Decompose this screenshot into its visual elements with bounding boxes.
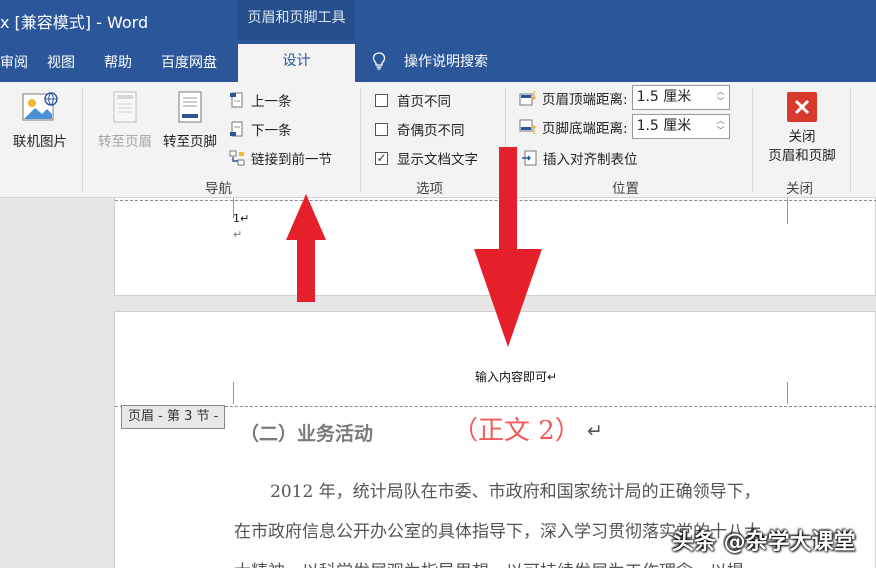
show-document-text-checkbox[interactable]: ✓ 显示文档文字 bbox=[375, 148, 478, 168]
paragraph-mark: ↵ bbox=[587, 420, 603, 442]
close-icon bbox=[787, 92, 817, 122]
document-canvas: 1↵ ↵ 输入内容即可↵ 页眉 - 第 3 节 - （二）业务活动 （正文 2）… bbox=[0, 198, 876, 568]
header-from-top-label: 页眉顶端距离: bbox=[542, 91, 628, 108]
close-label-line1: 关闭 bbox=[788, 129, 816, 145]
divider bbox=[82, 88, 83, 192]
previous-button[interactable]: 上一条 bbox=[229, 90, 292, 110]
next-button[interactable]: 下一条 bbox=[229, 119, 292, 139]
group-label-position: 位置 bbox=[612, 181, 639, 197]
group-label-navigation: 导航 bbox=[205, 181, 232, 197]
window-title: x [兼容模式] - Word bbox=[0, 13, 149, 32]
divider bbox=[850, 88, 851, 192]
group-label-options: 选项 bbox=[416, 181, 443, 197]
previous-label: 上一条 bbox=[251, 94, 292, 110]
goto-footer-label: 转至页脚 bbox=[163, 134, 217, 150]
paragraph-mark: ↵ bbox=[233, 228, 243, 241]
online-pictures-label: 联机图片 bbox=[13, 134, 67, 150]
red-down-arrow bbox=[474, 147, 542, 347]
page-number-field[interactable]: 1↵ bbox=[233, 212, 249, 225]
red-up-arrow bbox=[286, 194, 326, 302]
margin-corner bbox=[233, 382, 234, 404]
tell-me-search[interactable]: 操作说明搜索 bbox=[372, 51, 488, 71]
different-first-page-label: 首页不同 bbox=[397, 94, 451, 110]
watermark-text: 头条 @杂学大课堂 bbox=[672, 530, 856, 555]
goto-footer-button[interactable]: 转至页脚 bbox=[159, 90, 221, 150]
footer-from-bottom-input[interactable]: 1.5 厘米 ︿ ﹀ bbox=[631, 114, 730, 139]
previous-icon bbox=[229, 92, 245, 108]
tab-baidu-netdisk[interactable]: 百度网盘 bbox=[161, 52, 217, 72]
margin-corner bbox=[787, 382, 788, 404]
header-boundary bbox=[115, 406, 876, 407]
goto-header-button[interactable]: 转至页眉 bbox=[94, 90, 156, 150]
body-paragraph-line: 2012 年，统计局队在市委、市政府和国家统计局的正确领导下， bbox=[270, 482, 761, 502]
online-pictures-icon bbox=[21, 90, 59, 126]
body-paragraph-line: 大精神，以科学发展观为指导思想，以可持续发展为工作理念，以提 bbox=[234, 557, 744, 568]
online-pictures-button[interactable]: 联机图片 bbox=[10, 90, 70, 150]
different-odd-even-checkbox[interactable]: 奇偶页不同 bbox=[375, 119, 465, 139]
tab-design[interactable]: 设计 bbox=[238, 44, 355, 82]
title-bar: x [兼容模式] - Word 页眉和页脚工具 bbox=[0, 0, 876, 40]
next-label: 下一条 bbox=[251, 123, 292, 139]
close-header-footer-button[interactable]: 关闭 页眉和页脚 bbox=[760, 92, 844, 166]
footer-from-bottom-control: 页脚底端距离: 1.5 厘米 ︿ ﹀ bbox=[519, 114, 730, 139]
ribbon-tabs: 审阅 视图 帮助 百度网盘 设计 操作说明搜索 bbox=[0, 40, 876, 82]
different-first-page-checkbox[interactable]: 首页不同 bbox=[375, 90, 451, 110]
spinner-arrows-icon[interactable]: ︿ ﹀ bbox=[716, 116, 726, 136]
insert-alignment-tab-label: 插入对齐制表位 bbox=[543, 152, 638, 168]
show-document-text-label: 显示文档文字 bbox=[397, 152, 478, 168]
next-icon bbox=[229, 121, 245, 137]
divider bbox=[360, 88, 361, 192]
goto-footer-icon bbox=[175, 90, 205, 126]
footer-position-icon bbox=[519, 119, 537, 135]
section-heading: （二）业务活动 bbox=[240, 423, 374, 445]
divider bbox=[752, 88, 753, 192]
tell-me-label: 操作说明搜索 bbox=[404, 54, 488, 70]
checkbox-box bbox=[375, 122, 388, 136]
checkbox-box bbox=[375, 93, 388, 107]
header-from-top-control: 页眉顶端距离: 1.5 厘米 ︿ ﹀ bbox=[519, 85, 730, 110]
close-label-line2: 页眉和页脚 bbox=[768, 148, 836, 164]
link-to-previous-label: 链接到前一节 bbox=[251, 152, 332, 168]
group-label-close: 关闭 bbox=[786, 181, 813, 197]
margin-corner bbox=[787, 198, 788, 224]
annotation-body-text: （正文 2） bbox=[452, 416, 581, 446]
link-icon bbox=[229, 150, 245, 166]
context-tools-label: 页眉和页脚工具 bbox=[238, 0, 355, 40]
header-from-top-input[interactable]: 1.5 厘米 ︿ ﹀ bbox=[631, 85, 730, 110]
tab-view[interactable]: 视图 bbox=[47, 52, 75, 72]
ribbon-design: 联机图片 转至页眉 转至页脚 上一条 下一条 链接到前一节 导航 首页不同 奇偶… bbox=[0, 82, 876, 198]
header-section-tag: 页眉 - 第 3 节 - bbox=[121, 405, 226, 429]
lightbulb-icon bbox=[372, 52, 386, 70]
tab-review[interactable]: 审阅 bbox=[0, 52, 28, 72]
goto-header-label: 转至页眉 bbox=[98, 134, 152, 150]
tab-help[interactable]: 帮助 bbox=[104, 52, 132, 72]
checkmark-icon: ✓ bbox=[375, 150, 388, 165]
link-to-previous-button[interactable]: 链接到前一节 bbox=[229, 148, 332, 168]
different-odd-even-label: 奇偶页不同 bbox=[397, 123, 465, 139]
spinner-arrows-icon[interactable]: ︿ ﹀ bbox=[716, 87, 726, 107]
footer-from-bottom-label: 页脚底端距离: bbox=[542, 120, 628, 137]
header-content[interactable]: 输入内容即可↵ bbox=[475, 368, 557, 385]
goto-header-icon bbox=[110, 90, 140, 126]
header-position-icon bbox=[519, 90, 537, 106]
